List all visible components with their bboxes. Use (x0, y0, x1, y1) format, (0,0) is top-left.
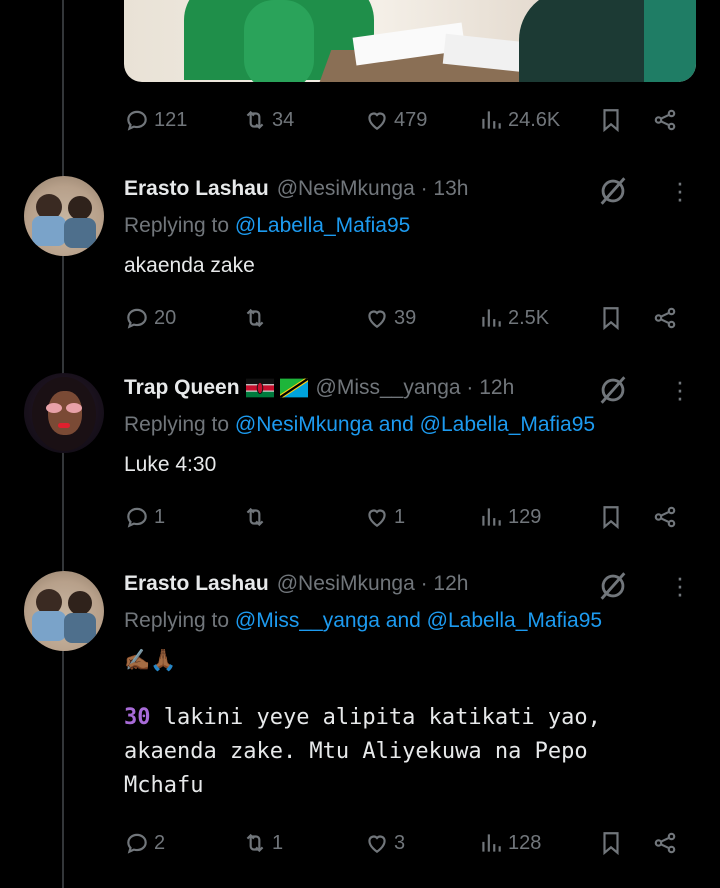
bookmark-icon (603, 109, 619, 133)
views-button[interactable]: 2.5K (478, 302, 549, 334)
heart-icon (368, 310, 386, 328)
reply-icon (127, 833, 147, 854)
repost-icon (246, 308, 264, 328)
repost-icon (246, 507, 264, 527)
views-button[interactable]: 128 (478, 827, 541, 859)
views-button[interactable]: 24.6K (478, 104, 560, 136)
tweet-text: akaenda zake (124, 254, 255, 277)
tweet-header: Erasto Lashau @NesiMkunga · 12h (124, 569, 468, 599)
share-icon (654, 307, 676, 329)
like-button[interactable]: 479 (364, 104, 427, 136)
handle-time[interactable]: @NesiMkunga · 12h (277, 572, 469, 596)
replying-to: Replying to @NesiMkunga and @Labella_Maf… (124, 413, 596, 436)
tweet-text: 30 lakini yeye alipita katikati yao, aka… (124, 701, 664, 803)
reply-icon (127, 507, 147, 528)
top-post-actions: 121 34 479 24.6K (124, 104, 696, 136)
mention-link[interactable]: @Labella_Mafia95 (235, 214, 410, 237)
verse-text: lakini yeye alipita katikati yao, akaend… (124, 705, 601, 798)
more-options-icon[interactable]: · · · (672, 564, 688, 606)
like-count: 39 (394, 306, 417, 329)
share-button[interactable] (652, 302, 678, 334)
views-count: 24.6K (508, 108, 561, 131)
share-icon (654, 506, 676, 528)
reply-button[interactable]: 2 (124, 827, 165, 859)
reply-icon (127, 110, 147, 131)
avatar[interactable] (24, 373, 104, 453)
bookmark-button[interactable] (598, 501, 624, 533)
repost-count: 1 (272, 831, 284, 854)
mention-link[interactable]: @Miss__yanga and @Labella_Mafia95 (235, 609, 602, 632)
views-icon (482, 111, 501, 129)
reply-button[interactable]: 20 (124, 302, 176, 334)
views-button[interactable]: 129 (478, 501, 541, 533)
bookmark-icon (603, 832, 619, 856)
share-button[interactable] (652, 104, 678, 136)
more-options-icon[interactable]: · · · (672, 368, 688, 410)
tweet-header: Trap Queen @Miss__yanga · 12h (124, 373, 514, 403)
reply-icon (127, 308, 147, 329)
like-count: 1 (394, 505, 406, 528)
repost-button[interactable]: 1 (242, 827, 283, 859)
tweet-text: Luke 4:30 (124, 453, 217, 476)
repost-button[interactable]: 34 (242, 104, 294, 136)
views-count: 128 (508, 831, 542, 854)
tweet-actions: 2 1 3 128 (124, 827, 696, 859)
repost-icon (246, 833, 264, 853)
heart-icon (368, 509, 386, 527)
reply-button[interactable]: 1 (124, 501, 165, 533)
repost-icon (246, 110, 264, 130)
avatar[interactable] (24, 176, 104, 256)
grok-icon[interactable] (596, 569, 630, 603)
display-name[interactable]: Trap Queen (124, 376, 240, 400)
grok-icon[interactable] (596, 174, 630, 208)
repost-button[interactable] (242, 302, 272, 334)
views-icon (482, 309, 501, 327)
replying-to: Replying to @Miss__yanga and @Labella_Ma… (124, 609, 603, 632)
reply-count: 20 (154, 306, 177, 329)
kenya-flag-icon (245, 378, 274, 398)
share-icon (654, 109, 676, 131)
bookmark-icon (603, 506, 619, 530)
like-button[interactable]: 1 (364, 501, 405, 533)
like-button[interactable]: 3 (364, 827, 405, 859)
heart-icon (368, 835, 386, 853)
reply-count: 121 (154, 108, 188, 131)
like-count: 479 (394, 108, 428, 131)
heart-icon (368, 112, 386, 130)
views-count: 129 (508, 505, 542, 528)
bookmark-button[interactable] (598, 104, 624, 136)
share-button[interactable] (652, 827, 678, 859)
reply-button[interactable]: 121 (124, 104, 187, 136)
verse-number: 30 (124, 705, 151, 730)
share-icon (654, 832, 676, 854)
handle-time[interactable]: @NesiMkunga · 13h (277, 177, 469, 201)
tweet-actions: 1 1 129 (124, 501, 696, 533)
mention-link[interactable]: @NesiMkunga and @Labella_Mafia95 (235, 413, 595, 436)
tanzania-flag-icon (279, 378, 308, 398)
reply-count: 1 (154, 505, 166, 528)
like-count: 3 (394, 831, 406, 854)
emoji-line: ✍🏾🙏🏾 (124, 649, 177, 672)
display-name[interactable]: Erasto Lashau (124, 572, 269, 596)
handle-time[interactable]: @Miss__yanga · 12h (316, 376, 515, 400)
more-options-icon[interactable]: · · · (672, 169, 688, 211)
avatar[interactable] (24, 571, 104, 651)
tweet-actions: 20 39 2.5K (124, 302, 696, 334)
views-icon (482, 834, 501, 852)
bookmark-button[interactable] (598, 302, 624, 334)
like-button[interactable]: 39 (364, 302, 416, 334)
replying-to: Replying to @Labella_Mafia95 (124, 214, 411, 237)
tweet-header: Erasto Lashau @NesiMkunga · 13h (124, 174, 468, 204)
bookmark-icon (603, 307, 619, 331)
views-icon (482, 508, 501, 526)
reply-count: 2 (154, 831, 166, 854)
share-button[interactable] (652, 501, 678, 533)
repost-button[interactable] (242, 501, 272, 533)
grok-icon[interactable] (596, 373, 630, 407)
repost-count: 34 (272, 108, 295, 131)
display-name[interactable]: Erasto Lashau (124, 177, 269, 201)
views-count: 2.5K (508, 306, 550, 329)
post-media-image[interactable] (124, 0, 696, 82)
bookmark-button[interactable] (598, 827, 624, 859)
